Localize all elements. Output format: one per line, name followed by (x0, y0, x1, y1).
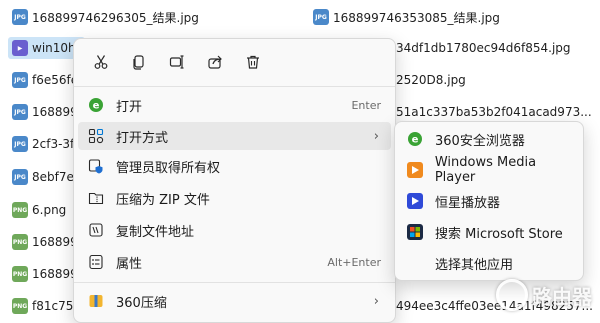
file-item[interactable]: JPG 168899746296305_结果.jpg (12, 6, 199, 28)
context-menu: e 打开 Enter 打开方式 › 管理员取得所有权 压缩为 ZIP 文件 复制… (73, 38, 396, 323)
file-item[interactable]: JPG 2cf3-3f1 (12, 133, 82, 155)
copy-button[interactable] (120, 49, 158, 75)
rename-icon (169, 55, 184, 69)
ie-icon: e (88, 97, 104, 113)
menu-item-label: 管理员取得所有权 (116, 160, 221, 176)
shortcut-text: Enter (351, 98, 381, 112)
menu-divider (74, 282, 395, 283)
video-file-icon: ▶ (12, 40, 28, 56)
png-file-icon: PNG (12, 234, 28, 250)
submenu-item-360-browser[interactable]: e 360安全浏览器 (399, 125, 579, 153)
file-item[interactable]: 34df1db1780ec94d6f854.jpg (396, 37, 571, 59)
menu-item-360-zip[interactable]: 360压缩 › (78, 287, 391, 315)
zip-folder-icon (88, 190, 104, 206)
menu-item-label: 复制文件地址 (116, 224, 195, 240)
watermark-text: 路由器 (532, 284, 592, 309)
blank-icon (407, 255, 423, 271)
jpg-file-icon: JPG (12, 104, 28, 120)
menu-item-label: 360压缩 (116, 295, 167, 311)
file-name: 34df1db1780ec94d6f854.jpg (396, 41, 571, 55)
quick-actions-bar (82, 49, 272, 75)
media-player-icon (407, 162, 423, 178)
submenu-item-label: 360安全浏览器 (435, 133, 525, 149)
delete-button[interactable] (234, 49, 272, 75)
png-file-icon: PNG (12, 298, 28, 314)
share-icon (208, 55, 222, 69)
submenu-item-hengxing-player[interactable]: 恒星播放器 (399, 187, 579, 215)
share-button[interactable] (196, 49, 234, 75)
file-item[interactable]: PNG f81c753 (12, 295, 81, 317)
file-item[interactable]: PNG 6.png (12, 199, 66, 221)
file-item[interactable]: 51a1c337ba53b2f041acad973... (396, 101, 592, 123)
menu-item-open-with[interactable]: 打开方式 › (78, 122, 391, 150)
open-with-submenu: e 360安全浏览器 Windows Media Player 恒星播放器 搜索… (394, 121, 584, 281)
submenu-item-label: Windows Media Player (434, 155, 537, 185)
scissors-icon (94, 55, 108, 69)
jpg-file-icon: JPG (313, 9, 329, 25)
copy-icon (133, 55, 144, 70)
360-zip-icon (88, 293, 104, 309)
shield-icon (88, 158, 104, 174)
360-browser-icon: e (407, 131, 423, 147)
file-name: 6.png (32, 203, 67, 217)
trash-icon (247, 55, 259, 69)
submenu-item-choose-other-app[interactable]: 选择其他应用 (399, 249, 579, 277)
menu-item-open[interactable]: e 打开 Enter (78, 91, 391, 119)
menu-item-copy-path[interactable]: 复制文件地址 (78, 216, 391, 244)
submenu-item-label: 恒星播放器 (435, 195, 501, 211)
file-item[interactable]: JPG 168899746353085_结果.jpg (313, 6, 500, 28)
open-with-icon (88, 128, 104, 144)
jpg-file-icon: JPG (12, 169, 28, 185)
properties-icon (88, 254, 104, 270)
file-name: 168899746296305_结果.jpg (32, 10, 199, 25)
jpg-file-icon: JPG (12, 9, 28, 25)
file-name: 2520D8.jpg (396, 73, 466, 87)
router-logo-icon (496, 279, 528, 311)
menu-item-label: 压缩为 ZIP 文件 (116, 192, 210, 208)
submenu-item-label: 选择其他应用 (435, 257, 514, 273)
file-item[interactable]: JPG f6e56fe (12, 69, 78, 91)
svg-text:e: e (93, 101, 100, 112)
menu-item-label: 打开 (116, 99, 143, 115)
copy-path-icon (88, 222, 104, 238)
jpg-file-icon: JPG (12, 72, 28, 88)
shortcut-text: Alt+Enter (327, 255, 381, 269)
jpg-file-icon: JPG (12, 136, 28, 152)
png-file-icon: PNG (12, 202, 28, 218)
menu-item-label: 打开方式 (116, 130, 169, 146)
menu-item-take-ownership[interactable]: 管理员取得所有权 (78, 152, 391, 180)
menu-divider (74, 86, 395, 87)
submenu-item-label: 搜索 Microsoft Store (435, 226, 563, 242)
watermark: 路由器 (496, 279, 592, 311)
chevron-right-icon: › (373, 293, 379, 309)
file-name: 51a1c337ba53b2f041acad973... (396, 105, 592, 119)
file-name: f6e56fe (32, 73, 79, 87)
png-file-icon: PNG (12, 266, 28, 282)
store-icon (407, 224, 423, 240)
hengxing-player-icon (407, 193, 423, 209)
file-item[interactable]: 2520D8.jpg (396, 69, 466, 91)
svg-text:e: e (412, 135, 419, 146)
menu-item-properties[interactable]: 属性 Alt+Enter (78, 248, 391, 276)
submenu-item-media-player[interactable]: Windows Media Player (399, 155, 579, 185)
menu-item-label: 属性 (116, 256, 143, 272)
file-name: 168899746353085_结果.jpg (333, 10, 500, 25)
submenu-item-microsoft-store[interactable]: 搜索 Microsoft Store (399, 218, 579, 246)
file-item[interactable]: JPG 8ebf7e4 (12, 166, 82, 188)
rename-button[interactable] (158, 49, 196, 75)
menu-item-compress-zip[interactable]: 压缩为 ZIP 文件 (78, 184, 391, 212)
chevron-right-icon: › (373, 128, 379, 144)
cut-button[interactable] (82, 49, 120, 75)
